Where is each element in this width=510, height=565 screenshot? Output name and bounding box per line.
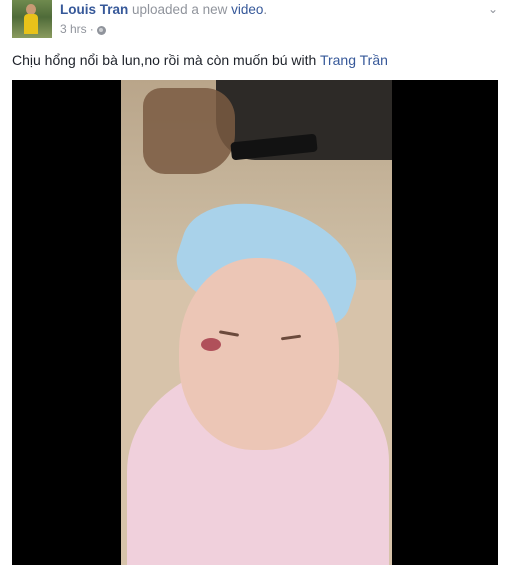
author-avatar[interactable] <box>12 0 52 38</box>
tagged-user-link[interactable]: Trang Trần <box>320 52 388 68</box>
left-eye <box>218 330 240 337</box>
timestamp-link[interactable]: 3 hrs <box>60 22 87 36</box>
video-player[interactable] <box>12 80 498 565</box>
caption-text: Chịu hổng nổi bà lun,no rồi mà còn muốn … <box>12 52 320 68</box>
baby-face <box>179 258 339 450</box>
post-action-text: uploaded a new <box>128 2 232 17</box>
meta-separator: · <box>89 22 94 36</box>
post-meta: 3 hrs · <box>60 22 106 36</box>
post-caption: Chịu hổng nổi bà lun,no rồi mà còn muốn … <box>12 52 388 68</box>
avatar-shirt <box>24 14 38 34</box>
video-frame <box>121 80 392 565</box>
chevron-down-icon[interactable]: ⌄ <box>486 2 500 16</box>
author-name-link[interactable]: Louis Tran <box>60 2 128 17</box>
baby-mouth <box>201 338 221 351</box>
video-link[interactable]: video <box>231 2 263 17</box>
brown-cloth <box>143 88 235 174</box>
facebook-post: Louis Tran uploaded a new video. 3 hrs ·… <box>0 0 510 565</box>
right-eye <box>280 334 302 341</box>
post-header: Louis Tran uploaded a new video. <box>60 2 267 17</box>
globe-icon <box>96 25 106 35</box>
period-text: . <box>263 2 268 17</box>
